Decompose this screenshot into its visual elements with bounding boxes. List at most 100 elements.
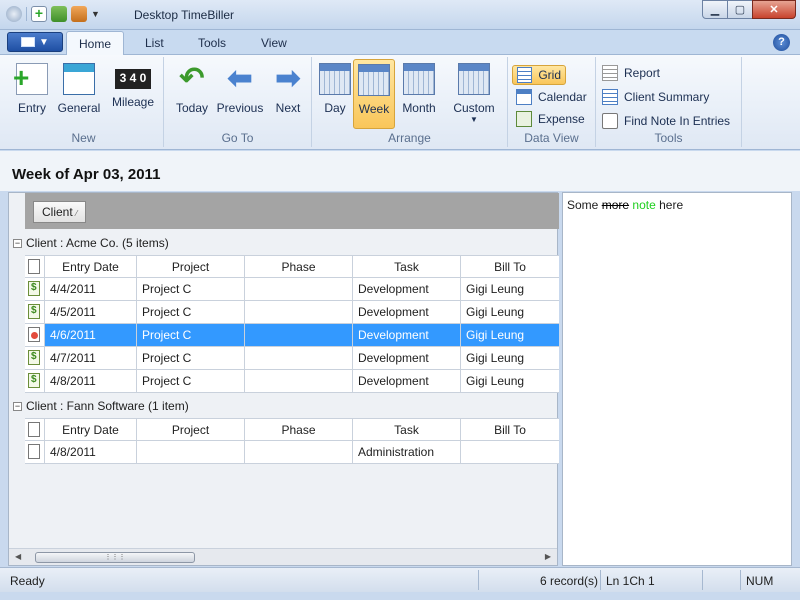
- note-editor[interactable]: Some more note here: [562, 192, 792, 566]
- collapse-toggle-icon[interactable]: −: [13, 401, 22, 411]
- horizontal-scrollbar[interactable]: ◀ ⋮⋮⋮ ▶: [9, 548, 557, 565]
- dataview-expense-button[interactable]: Expense: [512, 109, 589, 129]
- week-calendar-icon: [358, 64, 390, 96]
- table-row[interactable]: 4/8/2011 Project C Development Gigi Leun…: [25, 370, 559, 393]
- money-entry-icon: [28, 350, 40, 365]
- table-row[interactable]: 4/5/2011 Project C Development Gigi Leun…: [25, 301, 559, 324]
- previous-arrow-icon: ⬅: [227, 62, 253, 95]
- app-icon: [6, 6, 22, 22]
- application-menu-button[interactable]: ▼: [7, 32, 63, 52]
- new-entry-icon: [13, 63, 48, 95]
- arrange-day-button[interactable]: Day: [314, 59, 356, 129]
- tab-view[interactable]: View: [249, 31, 299, 55]
- tab-tools[interactable]: Tools: [186, 31, 238, 55]
- status-divider: [740, 570, 741, 590]
- maximize-button[interactable]: ▢: [727, 0, 753, 19]
- tools-find-note-button[interactable]: Find Note In Entries: [598, 111, 734, 131]
- table-row[interactable]: 4/8/2011 Administration: [25, 441, 559, 464]
- flagged-entry-icon: [28, 327, 40, 342]
- timer-quick-icon[interactable]: [71, 6, 87, 22]
- today-button[interactable]: ↶ Today: [168, 59, 216, 129]
- group-label-tools: Tools: [654, 131, 683, 145]
- title-bar: + ▼ Desktop TimeBiller ▁ ▢ ✕: [0, 0, 800, 30]
- previous-button[interactable]: ⬅ Previous: [214, 59, 266, 129]
- ribbon-group-tools: Report Client Summary Find Note In Entri…: [596, 57, 742, 147]
- tools-client-summary-button[interactable]: Client Summary: [598, 87, 713, 107]
- status-divider: [600, 570, 601, 590]
- tab-list[interactable]: List: [133, 31, 176, 55]
- note-strikethrough-word: more: [601, 198, 630, 212]
- general-icon: [63, 63, 95, 95]
- note-green-word: note: [632, 198, 656, 212]
- arrange-week-button[interactable]: Week: [353, 59, 395, 129]
- ribbon-group-goto: ↶ Today ⬅ Previous ➡ Next Go To: [164, 57, 312, 147]
- group-by-area: Client ⁄: [25, 193, 559, 229]
- group-by-client-chip[interactable]: Client ⁄: [33, 201, 87, 223]
- column-header-bill-to[interactable]: Bill To: [461, 419, 559, 440]
- close-button[interactable]: ✕: [752, 0, 796, 19]
- group-label-goto: Go To: [221, 131, 254, 145]
- note-word: here: [659, 198, 684, 212]
- group-table-fann-software: Entry Date Project Phase Task Bill To 4/…: [25, 418, 559, 464]
- expense-icon: [516, 111, 532, 127]
- next-button[interactable]: ➡ Next: [266, 59, 310, 129]
- column-header-phase[interactable]: Phase: [245, 419, 353, 440]
- group-label-dataview: Data View: [524, 131, 579, 145]
- column-header-task[interactable]: Task: [353, 256, 461, 277]
- group-label-new: New: [71, 131, 96, 145]
- note-word: Some: [567, 198, 599, 212]
- collapse-toggle-icon[interactable]: −: [13, 238, 22, 248]
- column-header-project[interactable]: Project: [137, 256, 245, 277]
- app-menu-icon: [21, 37, 36, 47]
- month-calendar-icon: [403, 63, 435, 95]
- column-header-phase[interactable]: Phase: [245, 256, 353, 277]
- ribbon: Entry General 3 4 0 Mileage New ↶ Today …: [0, 55, 800, 150]
- find-note-icon: [602, 113, 618, 129]
- new-general-quick-icon[interactable]: [51, 6, 67, 22]
- scroll-right-icon[interactable]: ▶: [545, 552, 551, 561]
- group-header-fann-software[interactable]: − Client : Fann Software (1 item): [13, 396, 189, 416]
- help-icon[interactable]: ?: [773, 34, 790, 51]
- money-entry-icon: [28, 373, 40, 388]
- tab-home[interactable]: Home: [66, 31, 125, 56]
- entries-grid: Client ⁄ − Client : Acme Co. (5 items) E…: [8, 192, 559, 566]
- scrollbar-thumb[interactable]: ⋮⋮⋮: [35, 552, 195, 563]
- sort-icon: ⁄: [76, 209, 78, 218]
- column-header-entry-date[interactable]: Entry Date: [45, 256, 137, 277]
- dataview-grid-button[interactable]: Grid: [512, 65, 566, 85]
- new-entry-button[interactable]: Entry: [8, 59, 56, 129]
- status-record-count: 6 record(s): [540, 574, 599, 588]
- column-header-project[interactable]: Project: [137, 419, 245, 440]
- minimize-button[interactable]: ▁: [702, 0, 728, 19]
- tools-report-button[interactable]: Report: [598, 63, 664, 83]
- new-entry-quick-icon[interactable]: +: [31, 6, 47, 22]
- column-header-task[interactable]: Task: [353, 419, 461, 440]
- arrange-month-button[interactable]: Month: [398, 59, 440, 129]
- group-header-acme[interactable]: − Client : Acme Co. (5 items): [13, 233, 169, 253]
- customize-quick-access-dropdown[interactable]: ▼: [91, 9, 100, 19]
- column-header-row: Entry Date Project Phase Task Bill To: [25, 419, 559, 441]
- arrange-custom-button[interactable]: Custom ▼: [448, 59, 500, 129]
- column-header-bill-to[interactable]: Bill To: [461, 256, 559, 277]
- scroll-left-icon[interactable]: ◀: [15, 552, 21, 561]
- plain-entry-icon: [28, 444, 40, 459]
- dataview-calendar-button[interactable]: Calendar: [512, 87, 591, 107]
- week-header: Week of Apr 03, 2011: [0, 151, 800, 191]
- status-divider: [478, 570, 479, 590]
- entry-type-header-icon: [28, 422, 40, 437]
- calendar-icon: [516, 89, 532, 105]
- status-cursor-position: Ln 1Ch 1: [606, 574, 655, 588]
- table-row[interactable]: 4/7/2011 Project C Development Gigi Leun…: [25, 347, 559, 370]
- status-ready: Ready: [10, 574, 45, 588]
- new-general-button[interactable]: General: [54, 59, 104, 129]
- custom-dropdown-arrow-icon: ▼: [470, 115, 478, 124]
- table-row-selected[interactable]: 4/6/2011 Project C Development Gigi Leun…: [25, 324, 559, 347]
- table-row[interactable]: 4/4/2011 Project C Development Gigi Leun…: [25, 278, 559, 301]
- ribbon-tab-row: ▼ Home List Tools View ?: [0, 30, 800, 56]
- new-mileage-button[interactable]: 3 4 0 Mileage: [106, 59, 160, 129]
- next-arrow-icon: ➡: [275, 62, 301, 95]
- status-num-lock: NUM: [746, 574, 774, 588]
- column-header-entry-date[interactable]: Entry Date: [45, 419, 137, 440]
- window-title: Desktop TimeBiller: [134, 8, 235, 22]
- client-summary-icon: [602, 89, 618, 105]
